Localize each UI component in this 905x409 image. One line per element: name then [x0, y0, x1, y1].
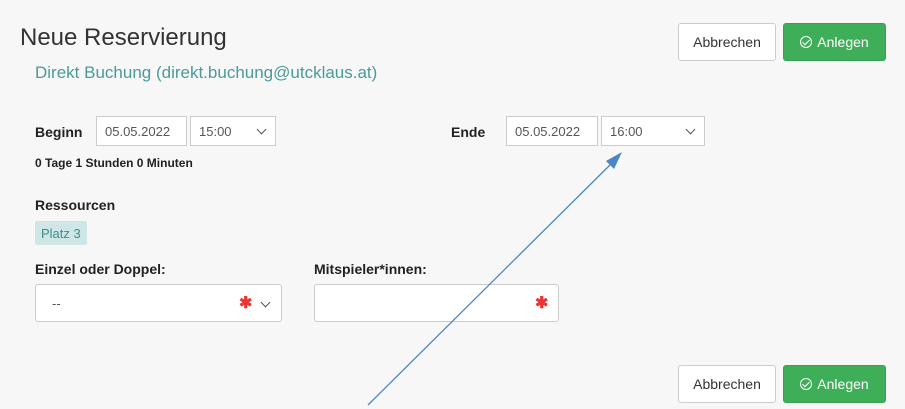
- cancel-button-top[interactable]: Abbrechen: [678, 23, 776, 61]
- single-double-select[interactable]: -- ✱: [35, 284, 282, 322]
- create-button-label: Anlegen: [817, 376, 869, 392]
- create-button-label: Anlegen: [817, 34, 869, 50]
- duration-text: 0 Tage 1 Stunden 0 Minuten: [35, 156, 193, 170]
- booking-subtitle: Direkt Buchung (direkt.buchung@utcklaus.…: [35, 63, 378, 82]
- chevron-down-icon: [256, 124, 267, 135]
- cancel-button-label: Abbrechen: [693, 376, 761, 392]
- end-time-select[interactable]: 16:00: [601, 116, 705, 146]
- chevron-down-icon: [260, 297, 271, 308]
- end-time-value: 16:00: [610, 123, 643, 139]
- begin-time-select[interactable]: 15:00: [190, 116, 276, 146]
- begin-date-value: 05.05.2022: [105, 123, 171, 139]
- players-input[interactable]: ✱: [314, 284, 559, 322]
- required-icon: ✱: [239, 295, 253, 312]
- single-double-value: --: [52, 295, 61, 311]
- check-circle-icon: [800, 36, 813, 48]
- resource-tag: Platz 3: [35, 221, 87, 245]
- end-date-input[interactable]: 05.05.2022: [506, 116, 598, 146]
- create-button-top[interactable]: Anlegen: [783, 23, 886, 61]
- reservation-panel: Neue Reservierung Direkt Buchung (direkt…: [0, 0, 905, 409]
- cancel-button-label: Abbrechen: [693, 34, 761, 50]
- begin-label: Beginn: [35, 124, 83, 140]
- begin-date-input[interactable]: 05.05.2022: [96, 116, 187, 146]
- single-double-label: Einzel oder Doppel:: [35, 261, 166, 277]
- create-button-bottom[interactable]: Anlegen: [783, 365, 886, 403]
- check-circle-icon: [800, 378, 813, 390]
- end-date-value: 05.05.2022: [515, 123, 581, 139]
- end-label: Ende: [451, 124, 486, 140]
- begin-time-value: 15:00: [199, 123, 232, 139]
- chevron-down-icon: [685, 124, 696, 135]
- cancel-button-bottom[interactable]: Abbrechen: [678, 365, 776, 403]
- resources-label: Ressourcen: [35, 197, 116, 213]
- required-icon: ✱: [535, 295, 549, 312]
- page-title: Neue Reservierung: [20, 24, 227, 51]
- players-label: Mitspieler*innen:: [314, 261, 427, 277]
